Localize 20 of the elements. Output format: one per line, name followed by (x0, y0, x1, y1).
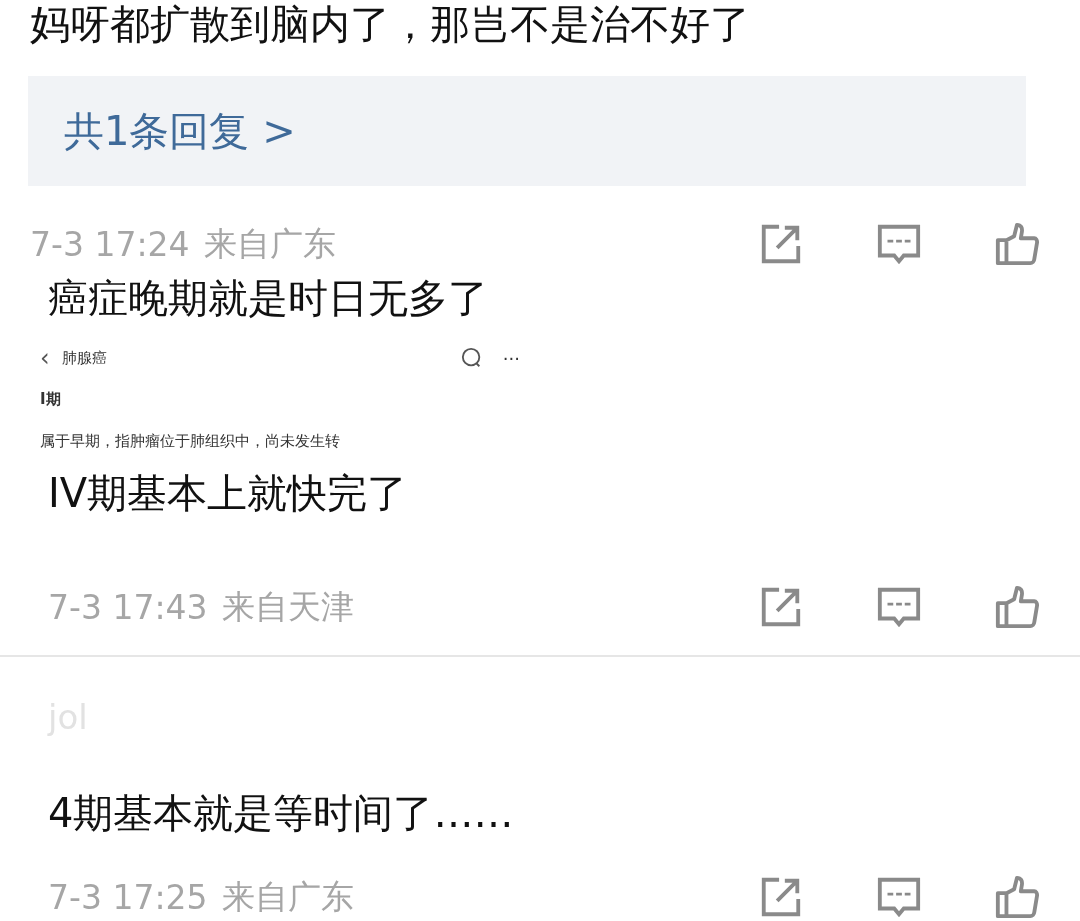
comment-time: 7-3 17:25 (48, 877, 208, 917)
thumbs-up-icon[interactable] (994, 874, 1040, 920)
comment-text: 4期基本就是等时间了…… (48, 789, 515, 838)
comment-time: 7-3 17:43 (48, 587, 208, 627)
thumbs-up-icon[interactable] (994, 584, 1040, 630)
comment-location: 来自天津 (221, 585, 354, 628)
more-icon[interactable]: ··· (502, 347, 520, 369)
comment-text: 妈呀都扩散到脑内了，那岂不是治不好了 (30, 0, 751, 49)
comment-location: 来自广东 (221, 875, 354, 918)
thumbs-up-icon[interactable] (994, 221, 1040, 267)
page-title: 肺腺癌 (61, 348, 108, 368)
replies-link[interactable]: 共1条回复 > (64, 103, 296, 159)
comment-text: IV期基本上就快完了 (48, 469, 409, 518)
search-icon[interactable] (460, 347, 483, 369)
comment-time: 7-3 17:24 (30, 224, 190, 264)
comment-location: 来自广东 (203, 222, 336, 265)
section-heading: I期 (40, 390, 62, 410)
back-icon[interactable]: ‹ (40, 344, 50, 372)
comment-text: 癌症晚期就是时日无多了 (48, 274, 489, 323)
section-text: 属于早期，指肿瘤位于肺组织中，尚未发生转 (40, 432, 341, 451)
